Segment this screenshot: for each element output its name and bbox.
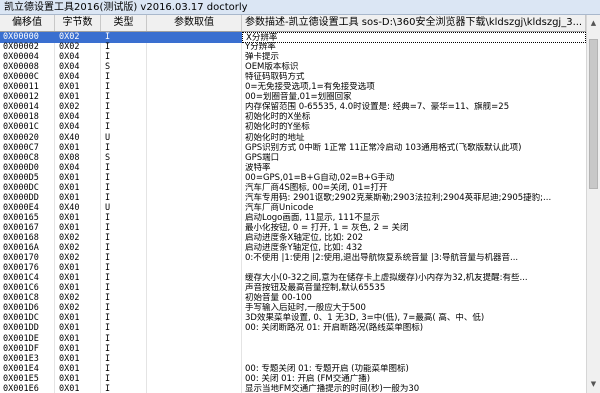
table-header: 偏移值 字节数 类型 参数取值 参数描述-凯立德设置工具 sos-D:\360安…: [0, 15, 600, 32]
app-window: 凯立德设置工具2016(测试版) v2016.03.17 doctorly 偏移…: [0, 0, 600, 393]
column-header-value[interactable]: 参数取值: [147, 15, 242, 31]
column-header-type[interactable]: 字节数: [55, 15, 101, 31]
offset-cell: 0X001E6: [3, 383, 39, 393]
value-cell[interactable]: [147, 384, 241, 393]
column-header-offset[interactable]: 偏移值: [0, 15, 55, 31]
scroll-up-arrow-icon[interactable]: ▲: [587, 17, 600, 30]
kind-cell: I: [105, 383, 111, 393]
table-row[interactable]: 0X001E6 0X01 I 显示当地FM交通广播提示的时间(秒)一般为30: [0, 384, 586, 393]
scrollbar-thumb[interactable]: [589, 39, 598, 189]
column-header-desc[interactable]: 参数描述-凯立德设置工具 sos-D:\360安全浏览器下载\kldszgj\k…: [242, 15, 586, 31]
title-bar: 凯立德设置工具2016(测试版) v2016.03.17 doctorly: [0, 0, 600, 15]
parameter-table: 0X00000 0X02 I X分辨率 0X00002 0X02 I Y分辨率 0X00004 0…: [0, 32, 586, 393]
window-title: 凯立德设置工具2016(测试版) v2016.03.17 doctorly: [4, 2, 248, 13]
desc-cell: 显示当地FM交通广播提示的时间(秒)一般为30: [245, 383, 420, 393]
scroll-down-arrow-icon[interactable]: ▼: [587, 378, 600, 391]
type-cell: 0X01: [59, 383, 80, 393]
vertical-scrollbar[interactable]: ▲ ▼: [586, 15, 600, 393]
column-header-kind[interactable]: 类型: [101, 15, 147, 31]
